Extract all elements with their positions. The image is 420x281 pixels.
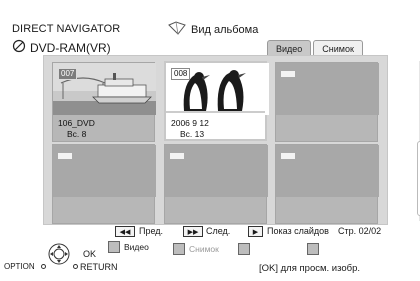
empty-marker — [281, 153, 295, 159]
thumbnail-number: 008 — [171, 68, 191, 80]
navigation-dial-icon — [48, 243, 70, 265]
thumbnail-tile-selected[interactable]: 008 2006 9 12 Вс. 13 — [164, 61, 269, 141]
ok-hint: [OK] для просм. изобр. — [259, 263, 360, 274]
drive-label: DVD-RAM(VR) — [30, 40, 111, 55]
skip-forward-icon[interactable]: ▶▶ — [183, 226, 203, 237]
album-view-label: Вид альбома — [191, 23, 259, 36]
return-label: RETURN — [80, 262, 118, 272]
prev-label: Пред. — [139, 226, 164, 236]
tab-video[interactable]: Видео — [267, 40, 312, 56]
play-icon[interactable]: ▶ — [248, 226, 263, 237]
option-dot-icon — [41, 264, 46, 269]
screen-title: DIRECT NAVIGATOR — [12, 23, 121, 35]
empty-marker — [58, 153, 72, 159]
red-key-label: Видео — [124, 242, 149, 252]
disc-icon — [12, 39, 26, 56]
ok-label: OK — [83, 249, 97, 259]
option-label: OPTION — [4, 262, 35, 271]
media-tabs: Видео Снимок — [267, 40, 363, 56]
thumbnail-pages: Вс. 13 — [180, 129, 205, 139]
thumbnail-panel: 007 106_DVD Вс. 8 008 2006 9 12 Вс. 13 — [43, 55, 420, 225]
skip-back-icon[interactable]: ◀◀ — [115, 226, 135, 237]
empty-thumbnail-tile[interactable] — [52, 144, 156, 224]
empty-marker — [281, 71, 295, 77]
thumbnail-date: Вс. 8 — [67, 129, 87, 139]
slideshow-label: Показ слайдов — [267, 226, 329, 236]
drive-indicator: DVD-RAM(VR) — [12, 39, 111, 56]
thumbnail-tile[interactable]: 007 106_DVD Вс. 8 — [52, 62, 156, 142]
next-label: След. — [206, 226, 231, 236]
green-key-button[interactable] — [173, 243, 185, 255]
return-dot-icon — [73, 264, 78, 269]
thumbnail-date: 2006 9 12 — [171, 118, 209, 128]
tab-photo[interactable]: Снимок — [313, 40, 363, 56]
red-key-button[interactable] — [108, 241, 120, 253]
empty-thumbnail-tile[interactable] — [275, 62, 379, 142]
thumbnail-title: 106_DVD — [58, 118, 95, 128]
page-indicator: Стр. 02/02 — [338, 226, 382, 236]
album-icon — [167, 21, 187, 38]
empty-marker — [170, 153, 184, 159]
thumbnail-number: 007 — [58, 68, 78, 80]
empty-thumbnail-tile[interactable] — [164, 144, 268, 224]
direct-navigator-screen: DIRECT NAVIGATOR DVD-RAM(VR) Вид альбома… — [0, 0, 420, 281]
empty-thumbnail-tile[interactable] — [275, 144, 379, 224]
green-key-label: Снимок — [189, 244, 219, 254]
yellow-key-button[interactable] — [238, 243, 250, 255]
blue-key-button[interactable] — [307, 243, 319, 255]
navigation-bar: ◀◀ Пред. ▶▶ След. ▶ Показ слайдов Стр. 0… — [0, 225, 420, 239]
album-view-link[interactable]: Вид альбома — [167, 21, 258, 38]
